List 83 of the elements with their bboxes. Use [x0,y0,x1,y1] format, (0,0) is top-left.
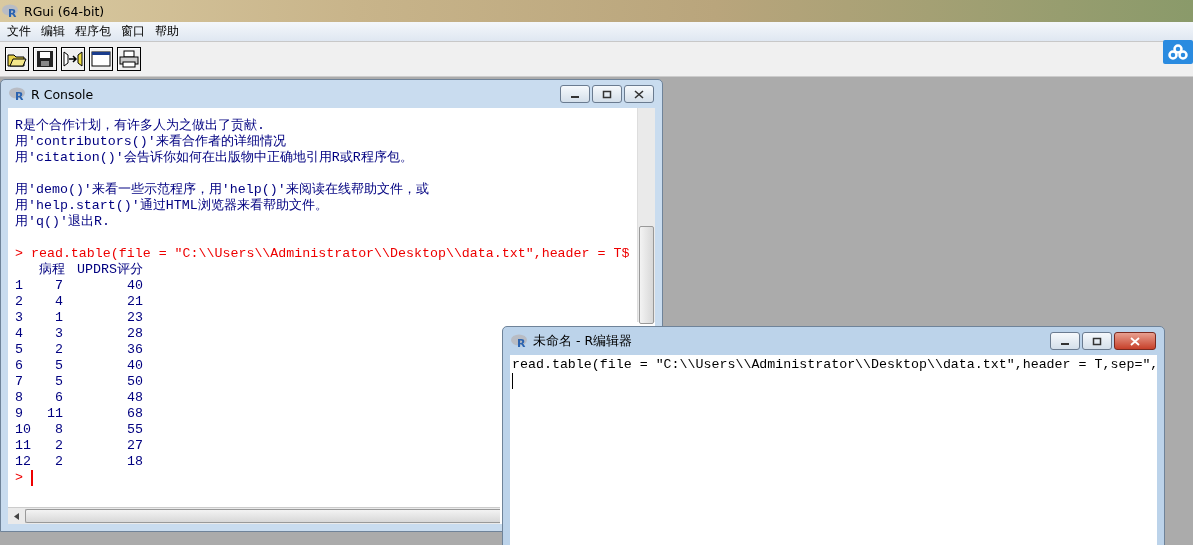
cloud-icon[interactable] [1163,40,1193,64]
load-workspace-button[interactable] [61,47,85,71]
menu-item[interactable]: 程序包 [70,23,116,40]
save-button[interactable] [33,47,57,71]
minimize-button[interactable] [1050,332,1080,350]
row-index: 6 [15,358,24,374]
table-cell-text: 6 [54,390,63,406]
table-cell-text: 68 [126,406,143,422]
restore-button[interactable] [592,85,622,103]
row-index: 1 [15,278,24,294]
row-index: 4 [15,326,24,342]
restore-button[interactable] [1082,332,1112,350]
table-cell-text: 55 [126,422,143,438]
r-logo-icon: R [9,87,27,101]
minimize-button[interactable] [560,85,590,103]
table-cell-text: 18 [126,454,143,470]
minimize-icon [1061,343,1069,345]
table-cell-text: 40 [126,358,143,374]
row-index: 12 [15,454,32,470]
table-cell-text: 8 [54,422,63,438]
open-folder-button[interactable] [5,47,29,71]
menu-item[interactable]: 窗口 [116,23,150,40]
table-cell-text: 5 [54,358,63,374]
table-cell-text: 28 [126,326,143,342]
table-cell-text: 1 [54,310,63,326]
row-index: 10 [15,422,32,438]
table-cell-text: 36 [126,342,143,358]
table-cell-text: 23 [126,310,143,326]
column-header: UPDRS评分 [76,262,143,278]
window-button[interactable] [89,47,113,71]
console-text: R是个合作计划，有许多人为之做出了贡献. [15,118,266,134]
horizontal-scrollbar[interactable] [8,507,500,524]
close-button[interactable] [1114,332,1156,350]
console-text: 用'demo()'来看一些示范程序，用'help()'来阅读在线帮助文件，或 [15,182,430,198]
table-cell-text: 50 [126,374,143,390]
command-text: read.table(file = "C:\\Users\\Administrator\\Desktop\\data.txt",header = T$ [30,246,630,261]
table-cell-text: 40 [126,278,143,294]
table-cell-text: 2 [54,438,63,454]
row-index: 2 [15,294,24,310]
row-index: 9 [15,406,24,422]
close-icon [634,89,644,99]
table-cell-text: 2 [54,342,63,358]
menu-item[interactable]: 文件 [2,23,36,40]
r-logo-icon: R [511,334,529,348]
table-cell-text: 3 [54,326,63,342]
close-button[interactable] [624,85,654,103]
row-index: 3 [15,310,24,326]
row-index: 7 [15,374,24,390]
menu-item[interactable]: 编辑 [36,23,70,40]
console-text: 用'contributors()'来看合作者的详细情况 [15,134,287,150]
window-title: 未命名 - R编辑器 [533,332,633,350]
table-cell-text: 27 [126,438,143,454]
console-text: 用'citation()'会告诉你如何在出版物中正确地引用R或R程序包。 [15,150,414,166]
row-index: 11 [15,438,32,454]
table-cell-text: 7 [54,278,63,294]
console-text: 用'help.start()'通过HTML浏览器来看帮助文件。 [15,198,329,214]
row-index: 5 [15,342,24,358]
console-text: 用'q()'退出R. [15,214,111,230]
column-header: 病程 [39,262,63,278]
table-cell-text: 21 [126,294,143,310]
minimize-icon [571,96,579,98]
table-cell-text: 5 [54,374,63,390]
table-cell-text: 4 [54,294,63,310]
window-title: RGui (64-bit) [24,3,105,19]
vertical-scrollbar[interactable] [637,108,655,322]
table-cell-text: 48 [126,390,143,406]
print-button[interactable] [117,47,141,71]
code-line: read.table(file = "C:\\Users\\Administrator\\Desktop\\data.txt",header = T,sep=", [512,357,1157,373]
table-cell-text: 2 [54,454,63,470]
row-index: 8 [15,390,24,406]
text-cursor [30,470,33,486]
r-logo-icon: R [2,4,20,18]
restore-icon [1092,336,1102,346]
text-cursor [512,373,513,389]
menu-item[interactable]: 帮助 [150,23,184,40]
prompt-symbol: > [15,470,23,485]
scroll-left-icon[interactable] [14,512,19,520]
code-editor[interactable]: read.table(file = "C:\\Users\\Administrator\\Desktop\\data.txt",header = T,sep=", [510,355,1157,545]
restore-icon [602,89,612,99]
close-icon [1130,336,1140,346]
table-cell-text: 11 [46,406,63,422]
window-title: R Console [31,86,94,102]
prompt-symbol: > [15,246,23,261]
